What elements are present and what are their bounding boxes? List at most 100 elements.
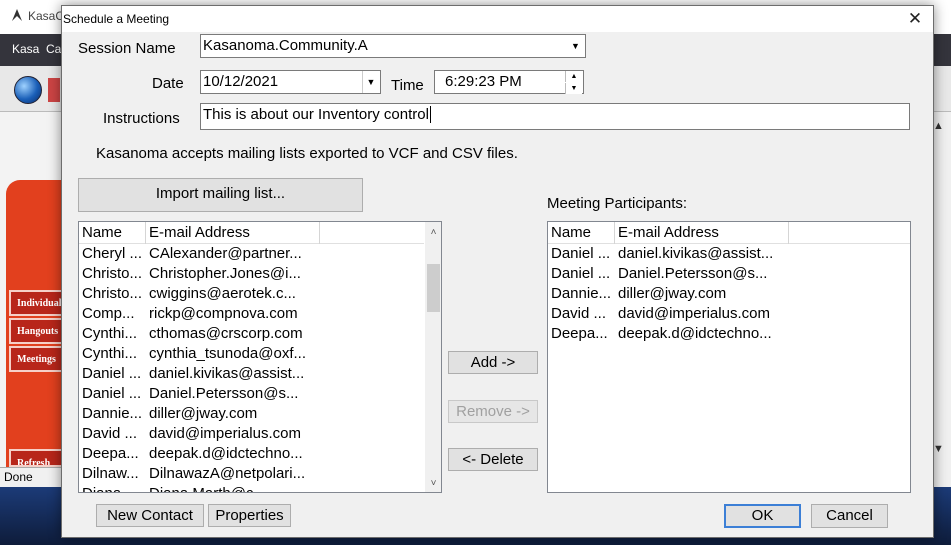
scroll-down-icon[interactable]: ˅ [425,475,441,492]
menu-item-ca[interactable]: Ca [46,42,61,56]
contact-name: Dannie... [551,285,612,302]
instructions-input[interactable]: This is about our Inventory control [200,103,910,130]
list-item[interactable]: Dannie... diller@jway.com [548,285,893,305]
list-item[interactable]: Comp... rickp@compnova.com [79,305,424,325]
contact-name: Cheryl ... [82,245,143,262]
contact-name: Christo... [82,265,143,282]
column-header-name[interactable]: Name [548,222,615,244]
contact-name: David ... [82,425,138,442]
nav-button-individuals[interactable]: Individuals [9,290,65,316]
close-icon[interactable]: ✕ [900,8,930,30]
contact-email: Christopher.Jones@i... [149,265,301,282]
schedule-meeting-dialog: Schedule a Meeting ✕ Session Name Kasano… [61,5,934,538]
ok-button[interactable]: OK [724,504,801,528]
contact-name: Cynthi... [82,325,138,342]
time-up-icon[interactable]: ▲ [565,71,582,82]
date-label: Date [152,75,184,92]
date-picker[interactable]: 10/12/2021 [200,70,381,94]
add-button[interactable]: Add -> [448,351,538,374]
list-item[interactable]: Dilnaw... DilnawazA@netpolari... [79,465,424,485]
column-header-email[interactable]: E-mail Address [146,222,320,244]
list-item[interactable]: Daniel ... Daniel.Petersson@s... [79,385,424,405]
date-value: 10/12/2021 [203,73,279,90]
list-item[interactable]: Daniel ... daniel.kivikas@assist... [79,365,424,385]
contact-email: CAlexander@partner... [149,245,302,262]
contacts-list-header: Name E-mail Address [79,222,424,244]
time-picker[interactable]: 6:29:23 PM [434,70,584,94]
contact-email: david@imperialus.com [618,305,770,322]
contact-email: Daniel.Petersson@s... [618,265,768,282]
scroll-up-icon[interactable]: ˄ [425,224,441,241]
tool-icon[interactable] [48,78,60,102]
nav-button-meetings[interactable]: Meetings [9,346,65,372]
contact-name: Daniel ... [82,385,142,402]
participants-label: Meeting Participants: [547,195,688,212]
list-item[interactable]: David ... david@imperialus.com [79,425,424,445]
contact-email: diller@jway.com [149,405,258,422]
list-item[interactable]: David ... david@imperialus.com [548,305,893,325]
chevron-down-icon[interactable]: ▼ [567,35,584,57]
list-item[interactable]: Daniel ... daniel.kivikas@assist... [548,245,893,265]
scroll-up-icon[interactable]: ▲ [933,120,944,132]
contact-email: cynthia_tsunoda@oxf... [149,345,306,362]
list-item[interactable]: Cheryl ... CAlexander@partner... [79,245,424,265]
contact-name: David ... [551,305,607,322]
import-mailing-list-button[interactable]: Import mailing list... [78,178,363,212]
scroll-down-icon[interactable]: ▼ [933,443,944,455]
nav-button-hangouts[interactable]: Hangouts [9,318,65,344]
dialog-title: Schedule a Meeting [63,12,170,26]
calendar-dropdown-icon[interactable]: ▼ [362,71,379,93]
contact-email: rickp@compnova.com [149,305,298,322]
list-item[interactable]: Christo... cwiggins@aerotek.c... [79,285,424,305]
list-item[interactable]: Deepa... deepak.d@idctechno... [79,445,424,465]
info-text: Kasanoma accepts mailing lists exported … [96,145,518,162]
contact-email: deepak.d@idctechno... [618,325,772,342]
session-name-value: Kasanoma.Community.A [203,37,368,54]
contacts-list[interactable]: Name E-mail Address Cheryl ... CAlexander… [78,221,442,493]
column-header-name[interactable]: Name [79,222,146,244]
time-label: Time [391,77,424,94]
contact-name: Comp... [82,305,135,322]
contact-email: Diana.Marth@c... [146,485,324,492]
list-item[interactable]: Deepa... deepak.d@idctechno... [548,325,893,345]
list-item[interactable]: Cynthi... cthomas@crscorp.com [79,325,424,345]
nav-button-refresh[interactable]: Refresh [9,449,65,467]
list-item[interactable]: Dannie... diller@jway.com [79,405,424,425]
contact-name: Daniel ... [551,245,611,262]
contact-name: Cynthi... [82,345,138,362]
contact-name: Deepa... [82,445,139,462]
contact-name: Daniel ... [82,365,142,382]
contact-email: diller@jway.com [618,285,727,302]
menu-item-kasa[interactable]: Kasa [12,42,39,56]
status-text: Done [4,470,33,484]
background-app-title: KasaC [28,9,65,23]
list-item[interactable]: Christo... Christopher.Jones@i... [79,265,424,285]
instructions-value: This is about our Inventory control [203,106,429,123]
contact-email: cthomas@crscorp.com [149,325,303,342]
cancel-button[interactable]: Cancel [811,504,888,528]
session-name-dropdown[interactable]: Kasanoma.Community.A [200,34,586,58]
participants-list[interactable]: Name E-mail Address Daniel ... daniel.kiv… [547,221,911,493]
contact-name: Christo... [82,285,143,302]
list-item[interactable]: Cynthi... cynthia_tsunoda@oxf... [79,345,424,365]
app-logo-icon [12,9,22,21]
globe-icon[interactable] [14,76,42,104]
properties-button[interactable]: Properties [208,504,291,527]
column-header-email[interactable]: E-mail Address [615,222,789,244]
contact-name: Diana ... [79,485,146,492]
list-item[interactable]: Daniel ... Daniel.Petersson@s... [548,265,893,285]
participants-list-header: Name E-mail Address [548,222,910,244]
dialog-titlebar [62,6,933,32]
delete-button[interactable]: <- Delete [448,448,538,471]
remove-button[interactable]: Remove -> [448,400,538,423]
time-down-icon[interactable]: ▼ [565,83,582,94]
contact-name: Deepa... [551,325,608,342]
contact-email: daniel.kivikas@assist... [618,245,774,262]
new-contact-button[interactable]: New Contact [96,504,204,527]
contact-email: deepak.d@idctechno... [149,445,303,462]
contact-name: Daniel ... [551,265,611,282]
scroll-thumb[interactable] [427,264,440,312]
contact-email: Daniel.Petersson@s... [149,385,299,402]
contacts-scrollbar[interactable]: ˄ ˅ [425,222,441,492]
list-item[interactable]: Diana ...Diana.Marth@c... [79,485,424,492]
